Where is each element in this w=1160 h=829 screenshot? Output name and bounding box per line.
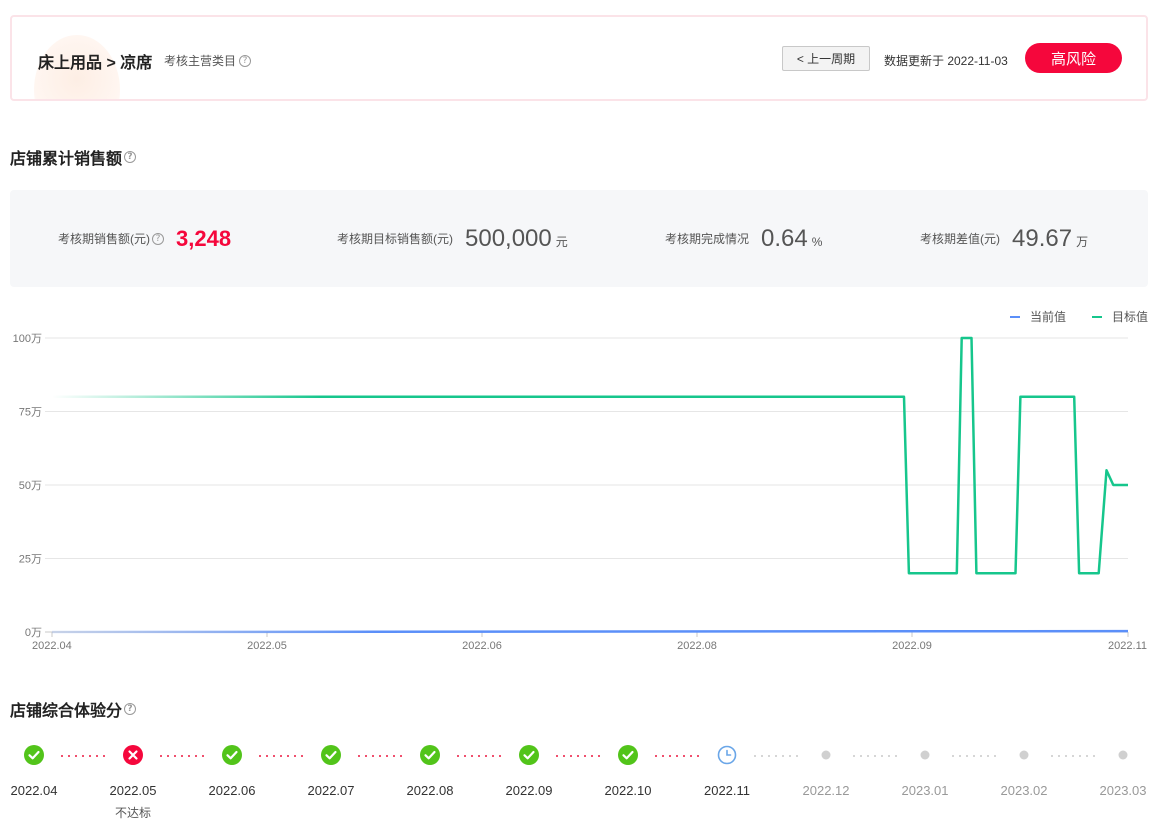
risk-badge: 高风险 <box>1025 43 1122 73</box>
x-tick-label: 2022.09 <box>892 640 932 652</box>
timeline-month-label: 2023.03 <box>1099 783 1147 798</box>
sales-section-title: 店铺累计销售额 ? <box>10 145 137 169</box>
timeline-node-pass <box>618 745 638 765</box>
timeline-connector <box>853 755 898 757</box>
stat-unit: 万 <box>1076 235 1089 249</box>
stat-value: 3,248 <box>176 225 232 251</box>
header-card: 床上用品 > 凉席 考核主营类目 ? < 上一周期 数据更新于 2022-11-… <box>10 15 1148 101</box>
timeline-node-pass <box>222 745 242 765</box>
stat-label: 考核期完成情况 <box>665 232 750 246</box>
update-time: 数据更新于 2022-11-03 <box>884 54 1008 68</box>
series-line-current <box>51 629 1129 634</box>
timeline-connector <box>160 755 205 757</box>
timeline-connector <box>952 755 997 757</box>
y-tick-label: 75万 <box>19 407 42 419</box>
score-timeline: 2022.04 2022.05 不达标 2022.06 2022.07 2022.08 20… <box>0 745 1160 825</box>
timeline-node-pass <box>24 745 44 765</box>
timeline-connector <box>556 755 601 757</box>
timeline-node-pass <box>519 745 539 765</box>
timeline-month-label: 2022.09 <box>505 783 553 798</box>
legend-swatch <box>1010 315 1020 318</box>
y-tick-label: 100万 <box>13 333 42 345</box>
x-tick-label: 2022.05 <box>247 640 287 652</box>
timeline-month-label: 2022.08 <box>406 783 454 798</box>
timeline-connector <box>457 755 502 757</box>
timeline-connector <box>358 755 403 757</box>
y-tick-label: 25万 <box>19 554 42 566</box>
timeline-month-label: 2022.11 <box>703 783 751 798</box>
y-axis: 0万 25万 50万 75万 100万 <box>13 333 42 639</box>
legend-swatch <box>1092 315 1102 318</box>
legend-item-current[interactable]: 当前值 <box>1010 308 1066 325</box>
timeline-node-future <box>816 745 836 765</box>
timeline-node-pass <box>321 745 341 765</box>
stats-panel: 考核期销售额(元) ? 3,248 考核期目标销售额(元) 500,000 元 … <box>10 190 1148 287</box>
legend-label: 目标值 <box>1112 310 1149 324</box>
stat-value: 0.64 <box>761 224 808 252</box>
stat-unit: 元 <box>555 235 568 249</box>
timeline-node-future <box>1014 745 1034 765</box>
help-icon[interactable]: ? <box>124 703 137 715</box>
stat-sales: 考核期销售额(元) ? 3,248 <box>58 190 231 287</box>
timeline-node-future <box>915 745 935 765</box>
x-tick-label: 2022.08 <box>677 640 717 652</box>
timeline-node-future <box>1113 745 1133 765</box>
help-icon[interactable]: ? <box>152 232 164 245</box>
timeline-month-label: 2022.05 <box>109 783 157 798</box>
stat-label: 考核期差值(元) <box>920 232 1000 246</box>
prev-period-button[interactable]: < 上一周期 <box>782 46 870 71</box>
timeline-month-label: 2023.02 <box>1000 783 1048 798</box>
stat-label-text: 考核期销售额(元) <box>58 232 150 246</box>
timeline-month-label: 2022.06 <box>208 783 256 798</box>
stat-label: 考核期目标销售额(元) <box>337 232 453 246</box>
timeline-connector <box>655 755 700 757</box>
timeline-connector <box>1051 755 1096 757</box>
score-section-title: 店铺综合体验分 ? <box>10 697 137 721</box>
help-icon[interactable]: ? <box>239 54 252 67</box>
help-icon[interactable]: ? <box>124 151 137 163</box>
stat-value: 49.67 <box>1012 224 1073 252</box>
timeline-month-label: 2022.07 <box>307 783 355 798</box>
sales-section-title-text: 店铺累计销售额 <box>10 151 123 168</box>
x-axis: 2022.04 2022.05 2022.06 2022.08 2022.09 2022.… <box>32 632 1147 652</box>
x-tick-label: 2022.06 <box>462 640 502 652</box>
timeline-node-pass <box>420 745 440 765</box>
timeline-month-label: 2022.12 <box>802 783 850 798</box>
legend-label: 当前值 <box>1030 310 1067 324</box>
series-line-target <box>52 336 1128 575</box>
category-label: 考核主营类目 ? <box>164 52 252 69</box>
stat-difference: 考核期差值(元) 49.67 万 <box>920 190 1088 287</box>
y-tick-label: 0万 <box>25 627 42 639</box>
legend-item-target[interactable]: 目标值 <box>1092 308 1148 325</box>
stat-completion: 考核期完成情况 0.64 % <box>665 190 822 287</box>
chart-grid <box>45 337 1128 633</box>
x-tick-label: 2022.11 <box>1108 640 1147 652</box>
stat-value: 500,000 <box>465 224 552 252</box>
sales-line-chart: 0万25万50万75万100万 2022.04 2022.05 2022.06 202… <box>13 333 1147 652</box>
breadcrumb: 床上用品 > 凉席 <box>38 55 153 72</box>
stat-unit: % <box>811 234 823 249</box>
stat-target: 考核期目标销售额(元) 500,000 元 <box>337 190 568 287</box>
category-label-text: 考核主营类目 <box>164 54 237 68</box>
timeline-node-fail <box>123 745 143 765</box>
timeline-month-label: 2022.04 <box>10 783 58 798</box>
stat-label: 考核期销售额(元) ? <box>58 230 164 247</box>
timeline-month-label: 2023.01 <box>901 783 949 798</box>
timeline-month-label: 2022.10 <box>604 783 652 798</box>
x-tick-label: 2022.04 <box>32 640 72 652</box>
score-section-title-text: 店铺综合体验分 <box>10 703 123 720</box>
y-tick-label: 50万 <box>19 480 42 492</box>
timeline-connector <box>61 755 106 757</box>
timeline-node-current <box>717 745 737 765</box>
timeline-connector <box>259 755 304 757</box>
timeline-connector <box>754 755 799 757</box>
timeline-status-label: 不达标 <box>114 806 152 820</box>
